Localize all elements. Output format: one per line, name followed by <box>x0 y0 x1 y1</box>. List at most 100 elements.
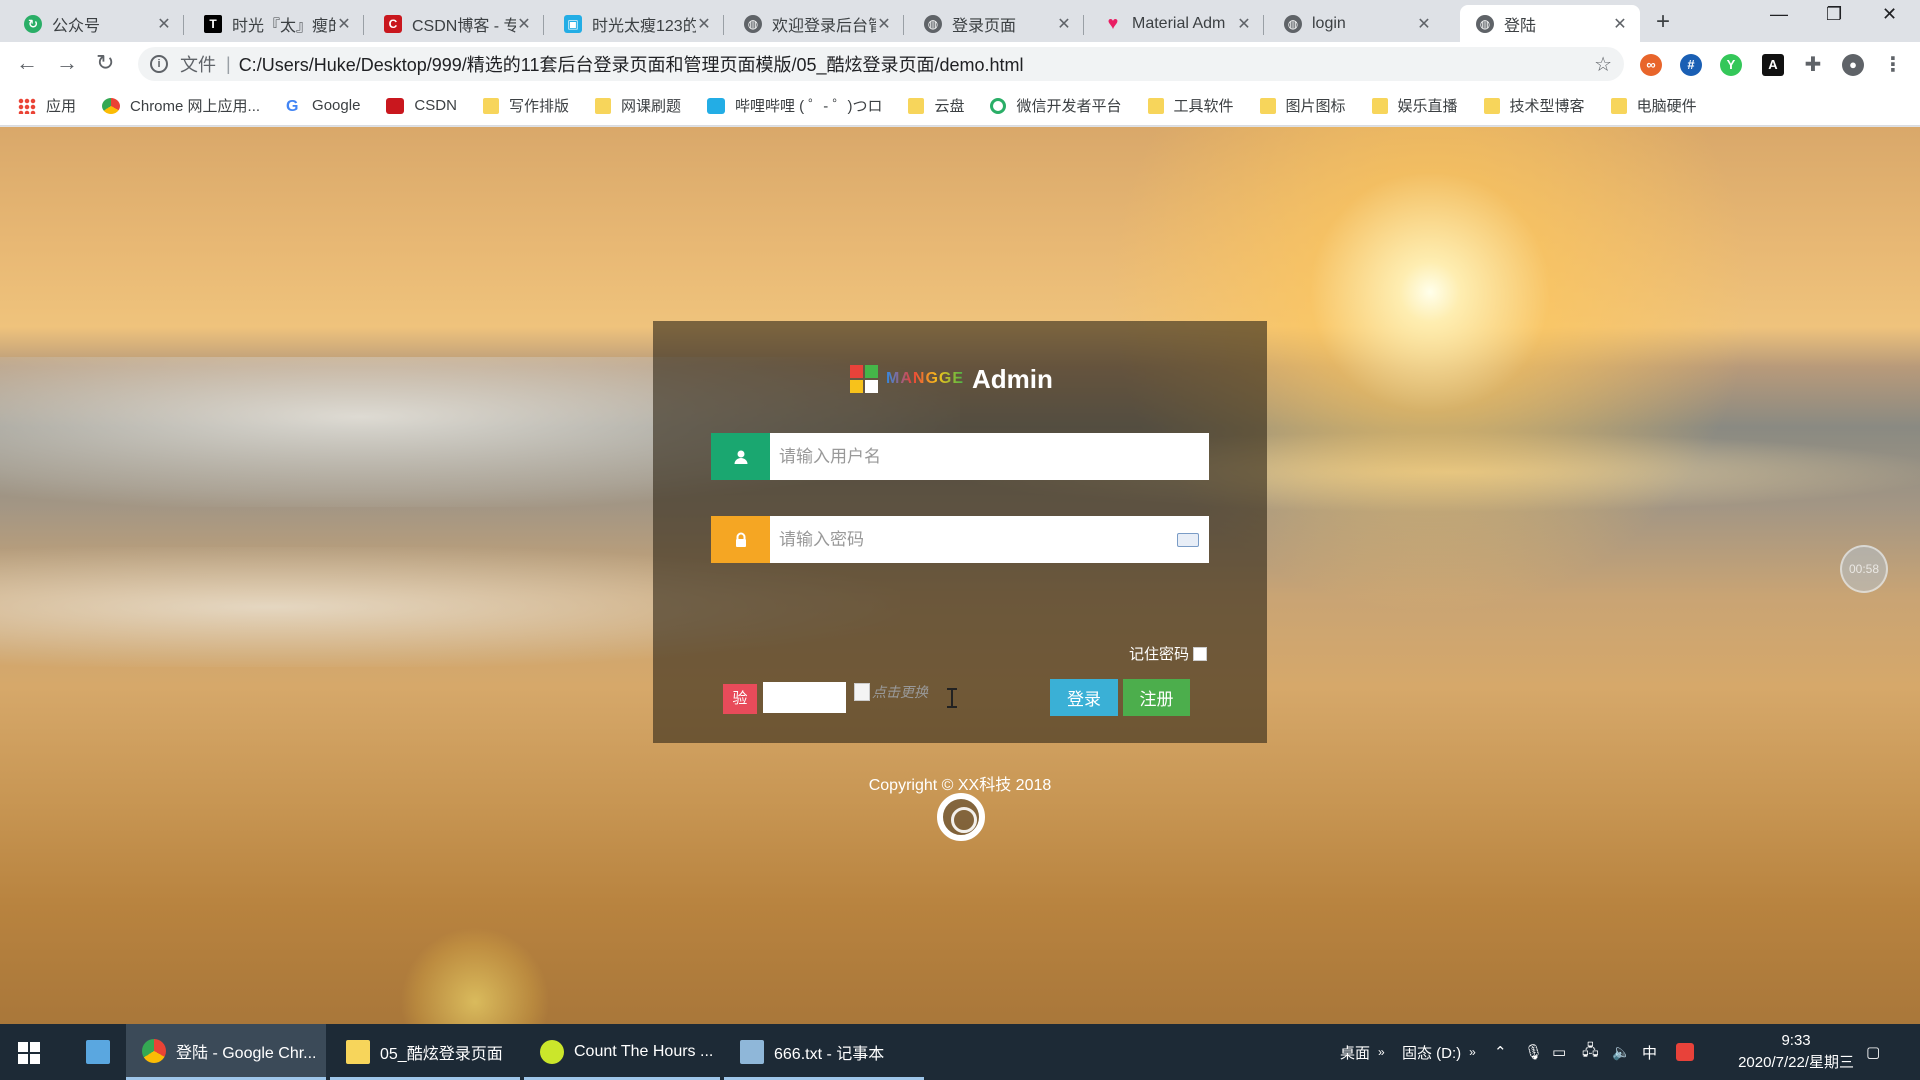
clock-date: 2020/7/22/星期三 <box>1738 1054 1854 1071</box>
tab-gongzhonghao[interactable]: ↻ 公众号 ✕ <box>8 5 184 42</box>
extension-infinity-icon[interactable]: ∞ <box>1640 54 1662 76</box>
minimize-button[interactable]: — <box>1770 4 1788 25</box>
folder-icon <box>1610 97 1627 114</box>
bookmark-folder-tech-blog[interactable]: 技术型博客 <box>1483 95 1585 116</box>
lens-flare <box>400 927 550 1024</box>
reload-icon[interactable]: ↻ <box>96 50 114 76</box>
tray-desktop[interactable]: 桌面» <box>1340 1024 1385 1080</box>
lock-icon <box>711 516 770 563</box>
captcha-alt-text: 点击更换 <box>872 684 928 700</box>
close-icon[interactable]: ✕ <box>1236 14 1252 34</box>
extension-us-icon[interactable]: A <box>1762 54 1784 76</box>
password-field <box>711 516 1209 563</box>
close-icon[interactable]: ✕ <box>876 14 892 34</box>
bookmark-csdn[interactable]: CSDN <box>386 97 457 114</box>
bookmark-folder-images[interactable]: 图片图标 <box>1259 95 1346 116</box>
tg-icon: T <box>204 14 222 33</box>
tab-separator <box>183 15 184 35</box>
bookmark-chrome-store[interactable]: Chrome 网上应用... <box>102 95 260 116</box>
remember-checkbox[interactable] <box>1193 646 1207 661</box>
new-tab-button[interactable]: + <box>1656 8 1670 36</box>
battery-icon[interactable]: ▭ <box>1552 1024 1566 1080</box>
login-button[interactable]: 登录 <box>1050 679 1118 716</box>
microphone-icon[interactable]: 🎙 <box>1524 1024 1543 1080</box>
globe-icon: ◍ <box>1284 14 1302 33</box>
folder-icon <box>346 1040 370 1064</box>
tab-login-page[interactable]: ◍ 登录页面 ✕ <box>908 5 1084 42</box>
bookmark-folder-hardware[interactable]: 电脑硬件 <box>1610 95 1697 116</box>
close-icon[interactable]: ✕ <box>1056 14 1072 34</box>
windows-start-icon[interactable] <box>18 1042 40 1064</box>
wechat-icon <box>990 97 1007 114</box>
folder-icon <box>594 97 611 114</box>
back-icon[interactable]: ← <box>16 50 38 76</box>
remember-label: 记住密码 <box>1128 646 1189 663</box>
extensions-puzzle-icon[interactable]: ✚ <box>1802 54 1824 76</box>
browser-toolbar: ← → ↻ i 文件 | C:/Users/Huke/Desktop/999/精… <box>0 42 1920 86</box>
menu-kebab-icon[interactable]: ⋮ <box>1882 54 1904 76</box>
bookmark-folder-cloud[interactable]: 云盘 <box>908 95 964 116</box>
url-text[interactable]: C:/Users/Huke/Desktop/999/精选的11套后台登录页面和管… <box>239 51 1024 77</box>
bookmark-folder-live[interactable]: 娱乐直播 <box>1371 95 1458 116</box>
clock-time: 9:33 <box>1781 1032 1811 1049</box>
bookmark-star-icon[interactable]: ☆ <box>1594 52 1612 77</box>
notepad-icon <box>740 1040 764 1064</box>
profile-avatar-icon[interactable]: ● <box>1842 54 1864 76</box>
volume-icon[interactable]: 🔈 <box>1612 1024 1631 1080</box>
bilibili-icon: ▣ <box>564 14 582 33</box>
windows-logo-icon <box>850 365 878 393</box>
username-input[interactable] <box>770 433 1209 480</box>
restore-button[interactable]: ❐ <box>1826 4 1842 25</box>
keyboard-icon[interactable] <box>1177 532 1199 547</box>
bookmark-folder-tools[interactable]: 工具软件 <box>1147 95 1234 116</box>
address-bar[interactable]: i 文件 | C:/Users/Huke/Desktop/999/精选的11套后… <box>138 47 1624 81</box>
app-icon <box>540 1040 564 1064</box>
close-icon[interactable]: ✕ <box>1612 14 1628 34</box>
network-icon[interactable]: 🖧 <box>1582 1024 1599 1080</box>
tab-material-admin[interactable]: ♥ Material Adm ✕ <box>1088 5 1264 42</box>
tab-shiguang[interactable]: T 时光『太』瘦的 ✕ <box>188 5 364 42</box>
sogou-icon[interactable] <box>1676 1024 1694 1080</box>
close-icon[interactable]: ✕ <box>696 14 712 34</box>
tab-welcome-admin[interactable]: ◍ 欢迎登录后台管 ✕ <box>728 5 904 42</box>
tray-show-hidden-icon[interactable]: ⌃ <box>1494 1024 1507 1080</box>
floating-timer[interactable]: 00:58 <box>1840 545 1888 593</box>
brand-logo: MANGGE Admin <box>850 363 1053 395</box>
system-clock[interactable]: 9:33 2020/7/22/星期三 <box>1738 1030 1854 1074</box>
info-icon[interactable]: i <box>150 55 168 73</box>
bookmark-google[interactable]: G Google <box>286 97 360 115</box>
tab-denglu-active[interactable]: ◍ 登陆 ✕ <box>1460 5 1640 42</box>
ime-indicator[interactable]: 中 <box>1642 1024 1657 1080</box>
close-icon[interactable]: ✕ <box>336 14 352 34</box>
close-icon[interactable]: ✕ <box>1416 14 1432 34</box>
bookmark-folder-course[interactable]: 网课刷题 <box>594 95 681 116</box>
bookmark-apps[interactable]: 应用 <box>18 95 76 116</box>
taskbar-folder[interactable]: 05_酷炫登录页面 <box>330 1024 520 1080</box>
remember-password[interactable]: 记住密码 <box>1129 643 1207 664</box>
windows-taskbar: 登陆 - Google Chr... 05_酷炫登录页面 Count The H… <box>0 1024 1920 1080</box>
bookmark-bilibili[interactable]: 哔哩哔哩 ( ゜- ゜)つロ <box>706 95 882 116</box>
tray-drive[interactable]: 固态 (D:)» <box>1402 1024 1476 1080</box>
task-view-icon[interactable] <box>70 1024 122 1080</box>
notification-center-icon[interactable]: ▢ <box>1866 1024 1880 1080</box>
bookmark-wechat-dev[interactable]: 微信开发者平台 <box>990 95 1122 116</box>
extension-y-icon[interactable]: Y <box>1720 54 1742 76</box>
close-icon[interactable]: ✕ <box>516 14 532 34</box>
password-input[interactable] <box>770 516 1177 563</box>
close-icon[interactable]: ✕ <box>156 14 172 34</box>
task-view-glyph <box>86 1040 110 1064</box>
taskbar-chrome[interactable]: 登陆 - Google Chr... <box>126 1024 326 1080</box>
captcha-input[interactable] <box>763 682 846 713</box>
window-close-button[interactable]: ✕ <box>1882 4 1897 25</box>
tab-login[interactable]: ◍ login ✕ <box>1268 5 1444 42</box>
extension-hash-icon[interactable]: # <box>1680 54 1702 76</box>
captcha-image[interactable]: 点击更换 <box>854 682 928 702</box>
taskbar-count-hours[interactable]: Count The Hours ... <box>524 1024 720 1080</box>
bookmark-folder-writing[interactable]: 写作排版 <box>482 95 569 116</box>
tab-bilibili[interactable]: ▣ 时光太瘦123的 ✕ <box>548 5 724 42</box>
brand-admin: Admin <box>972 363 1053 394</box>
forward-icon[interactable]: → <box>56 50 78 76</box>
taskbar-notepad[interactable]: 666.txt - 记事本 <box>724 1024 924 1080</box>
register-button[interactable]: 注册 <box>1123 679 1190 716</box>
tab-csdn[interactable]: C CSDN博客 - 专 ✕ <box>368 5 544 42</box>
